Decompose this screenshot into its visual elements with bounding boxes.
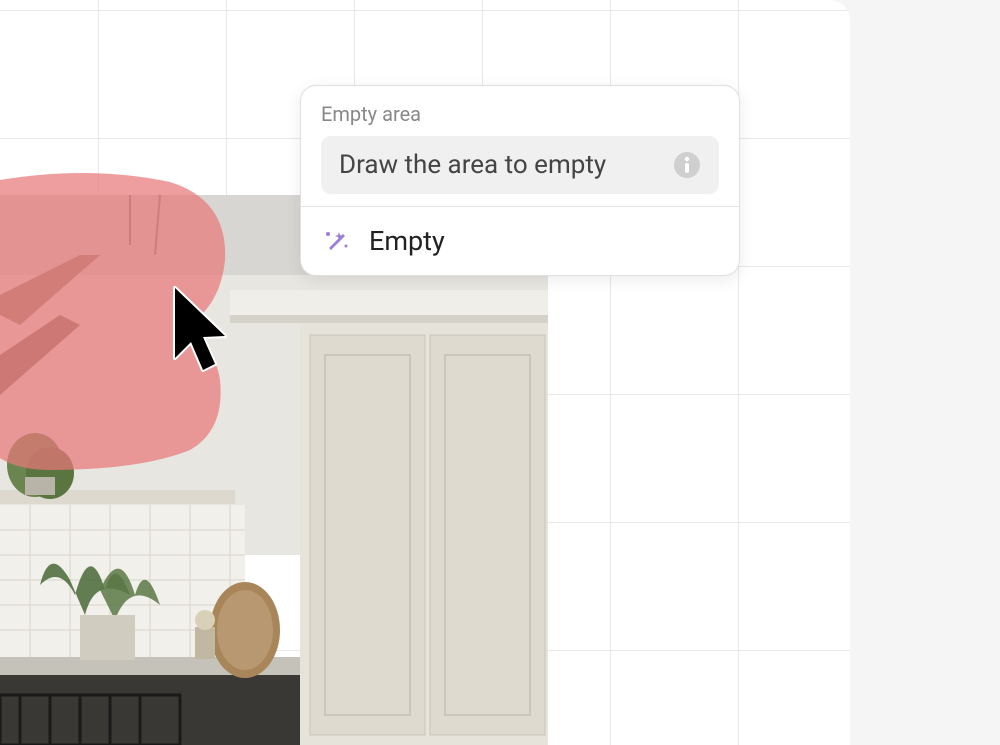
kitchen-image [0, 195, 548, 745]
info-icon[interactable] [673, 151, 701, 179]
instruction-input[interactable]: Draw the area to empty [321, 136, 719, 194]
empty-area-popup: Empty area Draw the area to empty Empty [300, 85, 740, 276]
empty-action-button[interactable]: Empty [301, 207, 739, 275]
popup-header: Empty area Draw the area to empty [301, 86, 739, 206]
action-label: Empty [369, 225, 445, 257]
instruction-text: Draw the area to empty [339, 150, 606, 180]
popup-section-label: Empty area [321, 102, 719, 126]
magic-wand-icon [321, 226, 351, 256]
